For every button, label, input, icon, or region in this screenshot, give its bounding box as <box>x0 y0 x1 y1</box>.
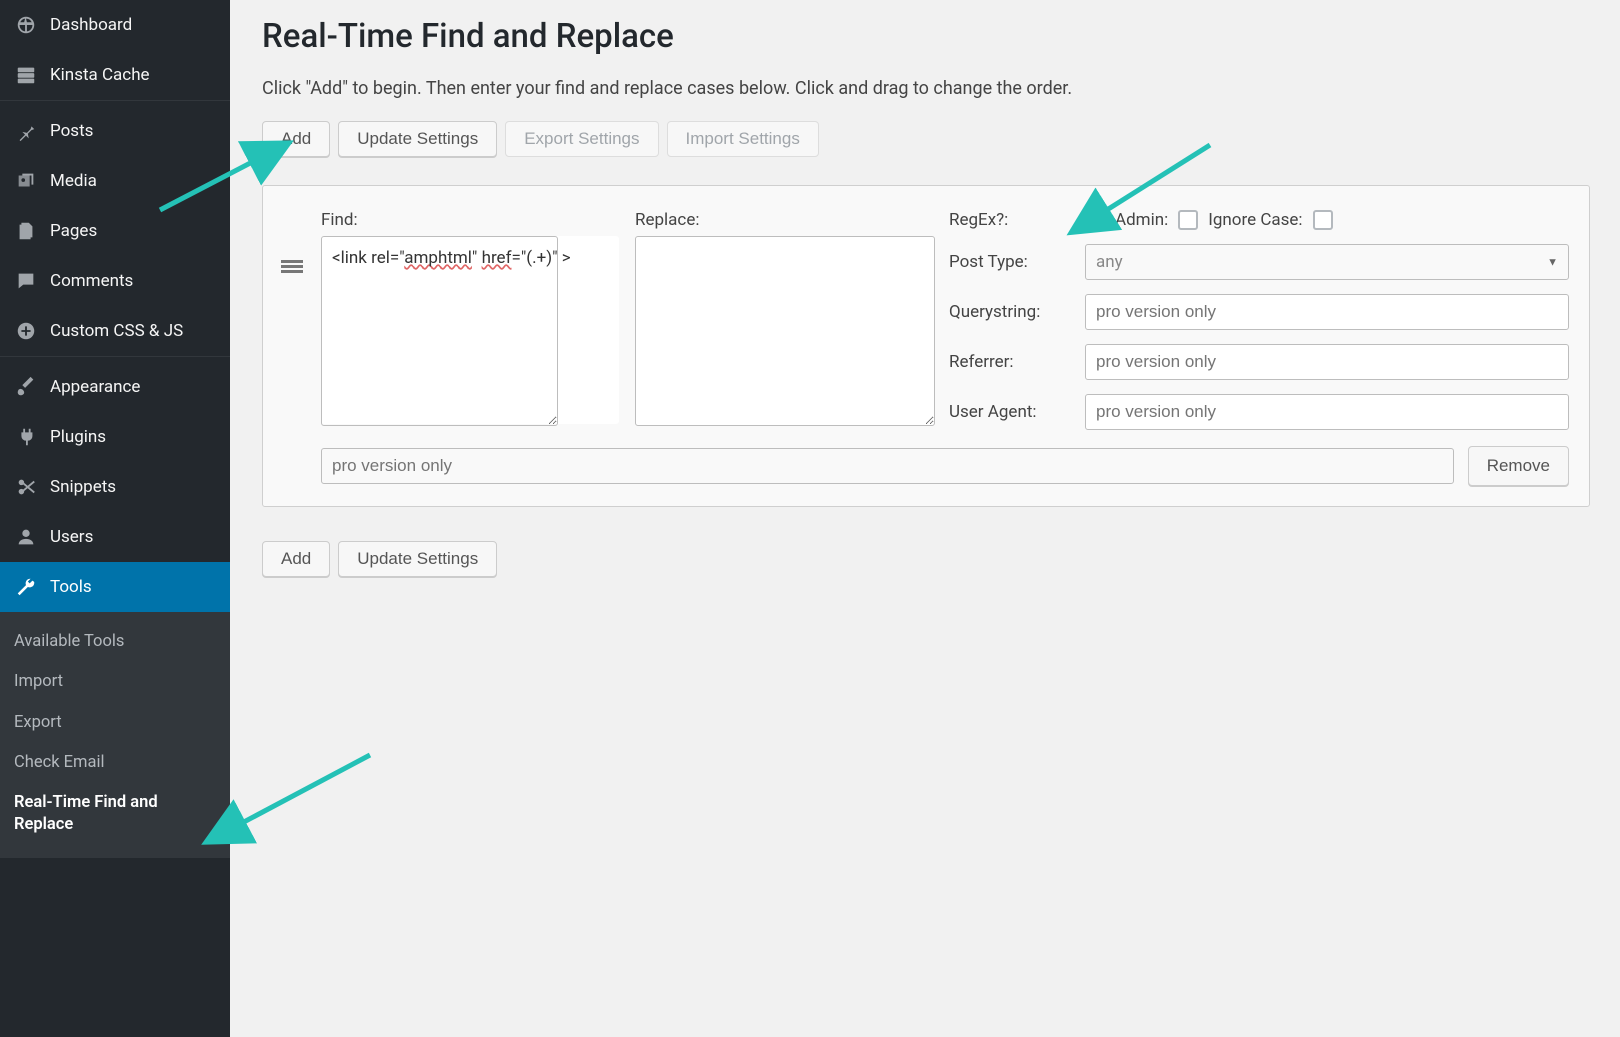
scissors-icon <box>14 475 38 499</box>
sidebar-item-label: Plugins <box>50 427 106 447</box>
checks-row: Admin: Ignore Case: <box>1085 210 1569 230</box>
replace-input[interactable] <box>635 236 935 426</box>
admin-label: Admin: <box>1115 210 1168 230</box>
brush-icon <box>14 375 38 399</box>
drag-handle[interactable] <box>277 210 307 275</box>
sidebar-item-label: Tools <box>50 577 92 597</box>
add-button-bottom[interactable]: Add <box>262 541 330 577</box>
sidebar-item-snippets[interactable]: Snippets <box>0 462 230 512</box>
sidebar-item-label: Posts <box>50 121 93 141</box>
ignore-case-label: Ignore Case: <box>1208 210 1302 230</box>
querystring-input[interactable] <box>1085 294 1569 330</box>
cache-icon <box>14 63 38 87</box>
useragent-input[interactable] <box>1085 394 1569 430</box>
page-title: Real-Time Find and Replace <box>262 17 1590 56</box>
ignore-case-checkbox[interactable] <box>1313 210 1333 230</box>
sidebar-item-label: Appearance <box>50 377 140 397</box>
sidebar-item-label: Kinsta Cache <box>50 65 150 85</box>
replace-column: Replace: <box>635 210 935 426</box>
rule-options: RegEx?: Admin: Ignore Case: Post Type: a <box>949 210 1569 430</box>
sidebar-item-label: Users <box>50 527 93 547</box>
comment-icon <box>14 269 38 293</box>
referrer-input[interactable] <box>1085 344 1569 380</box>
submenu-available-tools[interactable]: Available Tools <box>0 622 230 662</box>
intro-text: Click "Add" to begin. Then enter your fi… <box>262 78 1590 99</box>
sidebar-item-kinsta-cache[interactable]: Kinsta Cache <box>0 50 230 100</box>
export-settings-button[interactable]: Export Settings <box>505 121 658 157</box>
admin-checkbox[interactable] <box>1178 210 1198 230</box>
add-button[interactable]: Add <box>262 121 330 157</box>
submenu-export[interactable]: Export <box>0 703 230 743</box>
referrer-label: Referrer: <box>949 352 1079 372</box>
remove-button[interactable]: Remove <box>1468 446 1569 486</box>
bottom-button-row: Add Update Settings <box>262 541 1590 577</box>
pin-icon <box>14 119 38 143</box>
regex-label: RegEx?: <box>949 210 1079 230</box>
sidebar-item-appearance[interactable]: Appearance <box>0 362 230 412</box>
tools-submenu: Available Tools Import Export Check Emai… <box>0 612 230 858</box>
update-settings-button-bottom[interactable]: Update Settings <box>338 541 497 577</box>
sidebar-item-users[interactable]: Users <box>0 512 230 562</box>
sidebar-item-label: Custom CSS & JS <box>50 321 183 341</box>
useragent-label: User Agent: <box>949 402 1079 422</box>
grip-icon <box>281 258 303 275</box>
querystring-label: Querystring: <box>949 302 1079 322</box>
sidebar-item-label: Media <box>50 171 97 191</box>
find-column: Find: <link rel="amphtml" href="(.+)" > <box>321 210 621 430</box>
rule-bottom-row: Remove <box>277 446 1569 486</box>
sidebar-item-custom-css-js[interactable]: Custom CSS & JS <box>0 306 230 356</box>
submenu-import[interactable]: Import <box>0 662 230 702</box>
rule-panel: Find: <link rel="amphtml" href="(.+)" > … <box>262 185 1590 507</box>
sidebar-item-media[interactable]: Media <box>0 156 230 206</box>
plug-icon <box>14 425 38 449</box>
wrench-icon <box>14 575 38 599</box>
user-icon <box>14 525 38 549</box>
sidebar-item-label: Pages <box>50 221 97 241</box>
find-label: Find: <box>321 210 621 230</box>
sidebar-item-comments[interactable]: Comments <box>0 256 230 306</box>
sidebar-item-tools[interactable]: Tools <box>0 562 230 612</box>
submenu-check-email[interactable]: Check Email <box>0 743 230 783</box>
post-type-label: Post Type: <box>949 252 1079 272</box>
import-settings-button[interactable]: Import Settings <box>667 121 819 157</box>
bottom-pro-input[interactable] <box>321 448 1454 484</box>
dashboard-icon <box>14 13 38 37</box>
rule-row: Find: <link rel="amphtml" href="(.+)" > … <box>277 210 1569 430</box>
admin-sidebar: Dashboard Kinsta Cache Posts Media Pages… <box>0 0 230 1037</box>
sidebar-item-posts[interactable]: Posts <box>0 106 230 156</box>
sidebar-item-label: Comments <box>50 271 133 291</box>
main-content: Real-Time Find and Replace Click "Add" t… <box>230 0 1620 1037</box>
sidebar-item-label: Dashboard <box>50 15 132 35</box>
replace-label: Replace: <box>635 210 935 230</box>
submenu-realtime-find-replace[interactable]: Real-Time Find and Replace <box>0 783 230 846</box>
find-input[interactable] <box>321 236 558 426</box>
pages-icon <box>14 219 38 243</box>
sidebar-item-pages[interactable]: Pages <box>0 206 230 256</box>
post-type-select[interactable]: any <box>1085 244 1569 280</box>
media-icon <box>14 169 38 193</box>
regex-checkbox[interactable] <box>1085 210 1105 230</box>
plus-circle-icon <box>14 319 38 343</box>
sidebar-item-label: Snippets <box>50 477 116 497</box>
update-settings-button[interactable]: Update Settings <box>338 121 497 157</box>
sidebar-item-dashboard[interactable]: Dashboard <box>0 0 230 50</box>
top-button-row: Add Update Settings Export Settings Impo… <box>262 121 1590 157</box>
sidebar-item-plugins[interactable]: Plugins <box>0 412 230 462</box>
